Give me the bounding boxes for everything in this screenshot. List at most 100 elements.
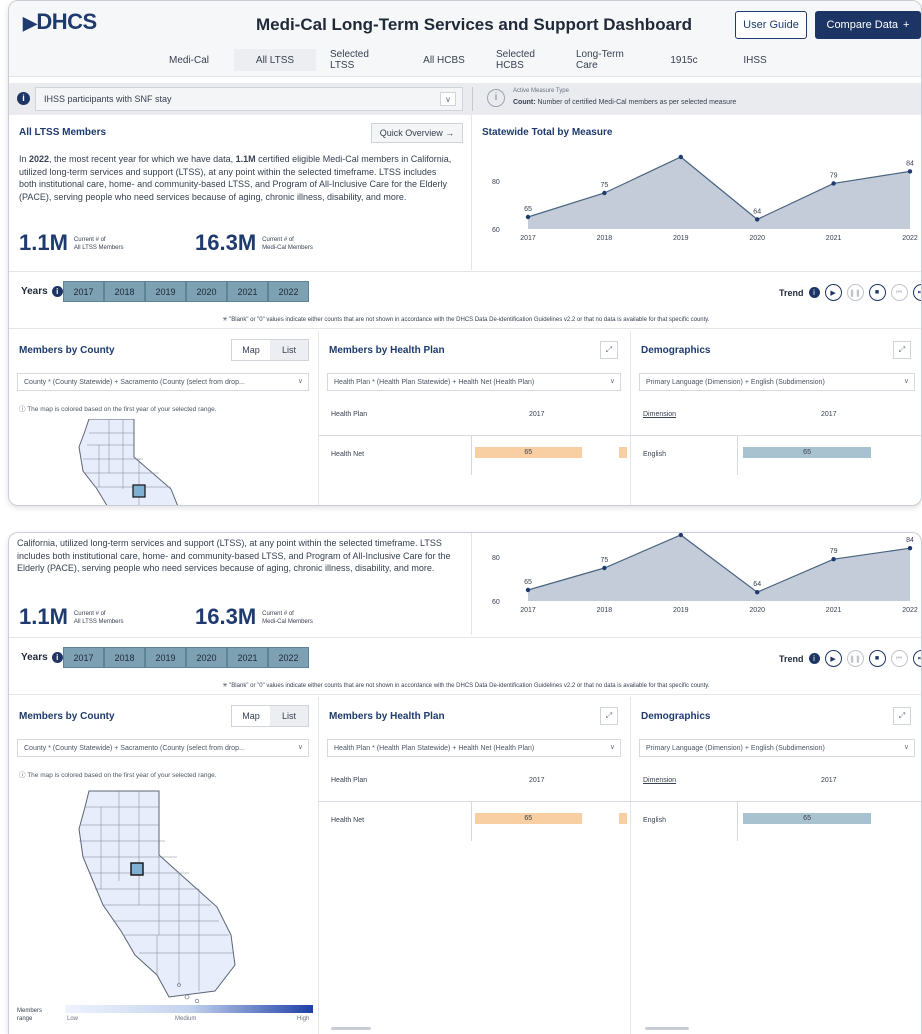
tab-all-ltss[interactable]: All LTSS — [234, 49, 316, 71]
table-divider — [631, 435, 921, 436]
dashboard-view-top: ▶DHCS Medi-Cal Long-Term Services and Su… — [8, 0, 922, 506]
kpi-medi-cal-members: 16.3M Current # of Medi-Cal Members — [195, 605, 313, 629]
disclaimer-note: ✳ "Blank" or "0" values indicate either … — [9, 311, 921, 329]
california-map[interactable] — [39, 785, 259, 1005]
header: ▶DHCS Medi-Cal Long-Term Services and Su… — [9, 1, 921, 77]
quick-overview-button[interactable]: Quick Overview → — [371, 123, 463, 143]
info-icon[interactable]: i — [808, 653, 820, 664]
summary-panel: All LTSS Members Quick Overview → In 202… — [9, 119, 471, 269]
stop-icon[interactable]: ■ — [868, 650, 886, 667]
california-map[interactable] — [39, 419, 189, 506]
table-header-dimension[interactable]: Dimension — [643, 411, 676, 418]
trend-label: Trend — [779, 653, 804, 664]
bar-value: 65 — [524, 449, 533, 456]
info-icon[interactable]: i — [808, 287, 820, 298]
county-select-value: County * (County Statewide) + Sacramento… — [24, 378, 245, 386]
compare-data-button[interactable]: Compare Data + — [815, 11, 921, 39]
demographics-select[interactable]: Primary Language (Dimension) + English (… — [639, 739, 915, 757]
year-button-2019[interactable]: 2019 — [145, 281, 186, 302]
pause-icon[interactable]: ❚❚ — [846, 650, 864, 667]
demographics-panel: Demographics ⤢ Primary Language (Dimensi… — [631, 697, 921, 1034]
year-button-2022[interactable]: 2022 — [268, 647, 309, 668]
expand-icon[interactable]: ⤢ — [600, 341, 618, 359]
list-toggle-button[interactable]: List — [270, 706, 308, 726]
tab-selected-hcbs[interactable]: Selected HCBS — [482, 49, 562, 71]
chart-data-label: 84 — [906, 160, 914, 167]
horizontal-scrollbar[interactable] — [645, 1027, 689, 1030]
chart-x-tick-label: 2018 — [597, 607, 613, 614]
chart-x-tick-label: 2021 — [826, 235, 842, 242]
table-cell-divider — [471, 801, 472, 841]
chart-point — [755, 217, 760, 222]
year-button-2021[interactable]: 2021 — [227, 647, 268, 668]
expand-icon[interactable]: ⤢ — [600, 707, 618, 725]
kpi-label-line: All LTSS Members — [73, 245, 124, 251]
year-buttons: 2017 2018 2019 2020 2021 2022 — [63, 281, 309, 302]
tab-1915c[interactable]: 1915c — [644, 49, 724, 71]
year-buttons: 2017 2018 2019 2020 2021 2022 — [63, 647, 309, 668]
statewide-area-chart: 65 2017 75 2018 2019 64 2020 79 2021 84 2022 80 60 — [492, 533, 918, 614]
years-label-text: Years — [21, 286, 48, 297]
health-plan-select[interactable]: Health Plan * (Health Plan Statewide) + … — [327, 739, 621, 757]
info-icon[interactable]: i — [51, 652, 63, 663]
year-button-2018[interactable]: 2018 — [104, 647, 145, 668]
chart-x-tick-label: 2017 — [520, 235, 536, 242]
year-button-2017[interactable]: 2017 — [63, 281, 104, 302]
skip-forward-icon[interactable]: ⏭ — [912, 284, 921, 301]
list-toggle-button[interactable]: List — [270, 340, 308, 360]
chart-data-label: 84 — [906, 537, 914, 544]
chart-data-label: 75 — [601, 557, 609, 564]
map-toggle-button[interactable]: Map — [232, 340, 270, 360]
chart-data-label: 79 — [830, 172, 838, 179]
skip-back-icon[interactable]: ⏮ — [890, 284, 908, 301]
play-icon[interactable]: ▶ — [824, 284, 842, 301]
skip-back-icon[interactable]: ⏮ — [890, 650, 908, 667]
year-button-2018[interactable]: 2018 — [104, 281, 145, 302]
info-icon[interactable]: i — [17, 92, 30, 105]
year-button-2022[interactable]: 2022 — [268, 281, 309, 302]
horizontal-scrollbar[interactable] — [331, 1027, 371, 1030]
user-guide-button[interactable]: User Guide — [735, 11, 807, 39]
trend-controls: Trend i ▶ ❚❚ ■ ⏮ ⏭ — [779, 284, 921, 301]
health-plan-select[interactable]: Health Plan * (Health Plan Statewide) + … — [327, 373, 621, 391]
kpi-ltss-members: 1.1M Current # of All LTSS Members — [19, 605, 124, 629]
tab-all-hcbs[interactable]: All HCBS — [406, 49, 482, 71]
table-row-label: English — [643, 817, 666, 824]
year-button-2017[interactable]: 2017 — [63, 647, 104, 668]
map-toggle-button[interactable]: Map — [232, 706, 270, 726]
county-select[interactable]: County * (County Statewide) + Sacramento… — [17, 373, 309, 391]
pause-icon[interactable]: ❚❚ — [846, 284, 864, 301]
table-divider — [319, 435, 631, 436]
kpi-label-line: Current # of — [262, 611, 294, 617]
chevron-down-icon: ∨ — [297, 378, 303, 385]
year-button-2020[interactable]: 2020 — [186, 647, 227, 668]
tab-medi-cal[interactable]: Medi-Cal — [144, 49, 234, 71]
year-button-2020[interactable]: 2020 — [186, 281, 227, 302]
stop-icon[interactable]: ■ — [868, 284, 886, 301]
demographics-bar: 65 — [743, 447, 872, 458]
expand-icon[interactable]: ⤢ — [893, 707, 911, 725]
tab-selected-ltss[interactable]: Selected LTSS — [316, 49, 406, 71]
table-header-health-plan: Health Plan — [331, 777, 368, 784]
year-button-2019[interactable]: 2019 — [145, 647, 186, 668]
skip-forward-icon[interactable]: ⏭ — [912, 650, 921, 667]
tab-long-term-care[interactable]: Long-Term Care — [562, 49, 644, 71]
measure-info-icon[interactable]: i — [487, 89, 505, 107]
info-icon[interactable]: i — [51, 286, 63, 297]
county-select[interactable]: County * (County Statewide) + Sacramento… — [17, 739, 309, 757]
kpi-label-line: Current # of — [73, 611, 106, 617]
legend-low: Low — [67, 1016, 79, 1022]
legend-title-line: Members — [17, 1008, 43, 1014]
demographics-select[interactable]: Primary Language (Dimension) + English (… — [639, 373, 915, 391]
expand-icon[interactable]: ⤢ — [893, 341, 911, 359]
dhcs-logo[interactable]: ▶DHCS — [23, 9, 97, 35]
year-button-2021[interactable]: 2021 — [227, 281, 268, 302]
map-list-toggle: Map List — [231, 705, 309, 727]
years-label-text: Years — [21, 652, 48, 663]
measure-type-label: Active Measure Type — [513, 88, 569, 94]
tab-ihss[interactable]: IHSS — [724, 49, 786, 71]
table-header-dimension[interactable]: Dimension — [643, 777, 676, 784]
chart-point — [831, 181, 836, 186]
play-icon[interactable]: ▶ — [824, 650, 842, 667]
measure-dropdown[interactable]: IHSS participants with SNF stay ∨ — [35, 87, 463, 111]
